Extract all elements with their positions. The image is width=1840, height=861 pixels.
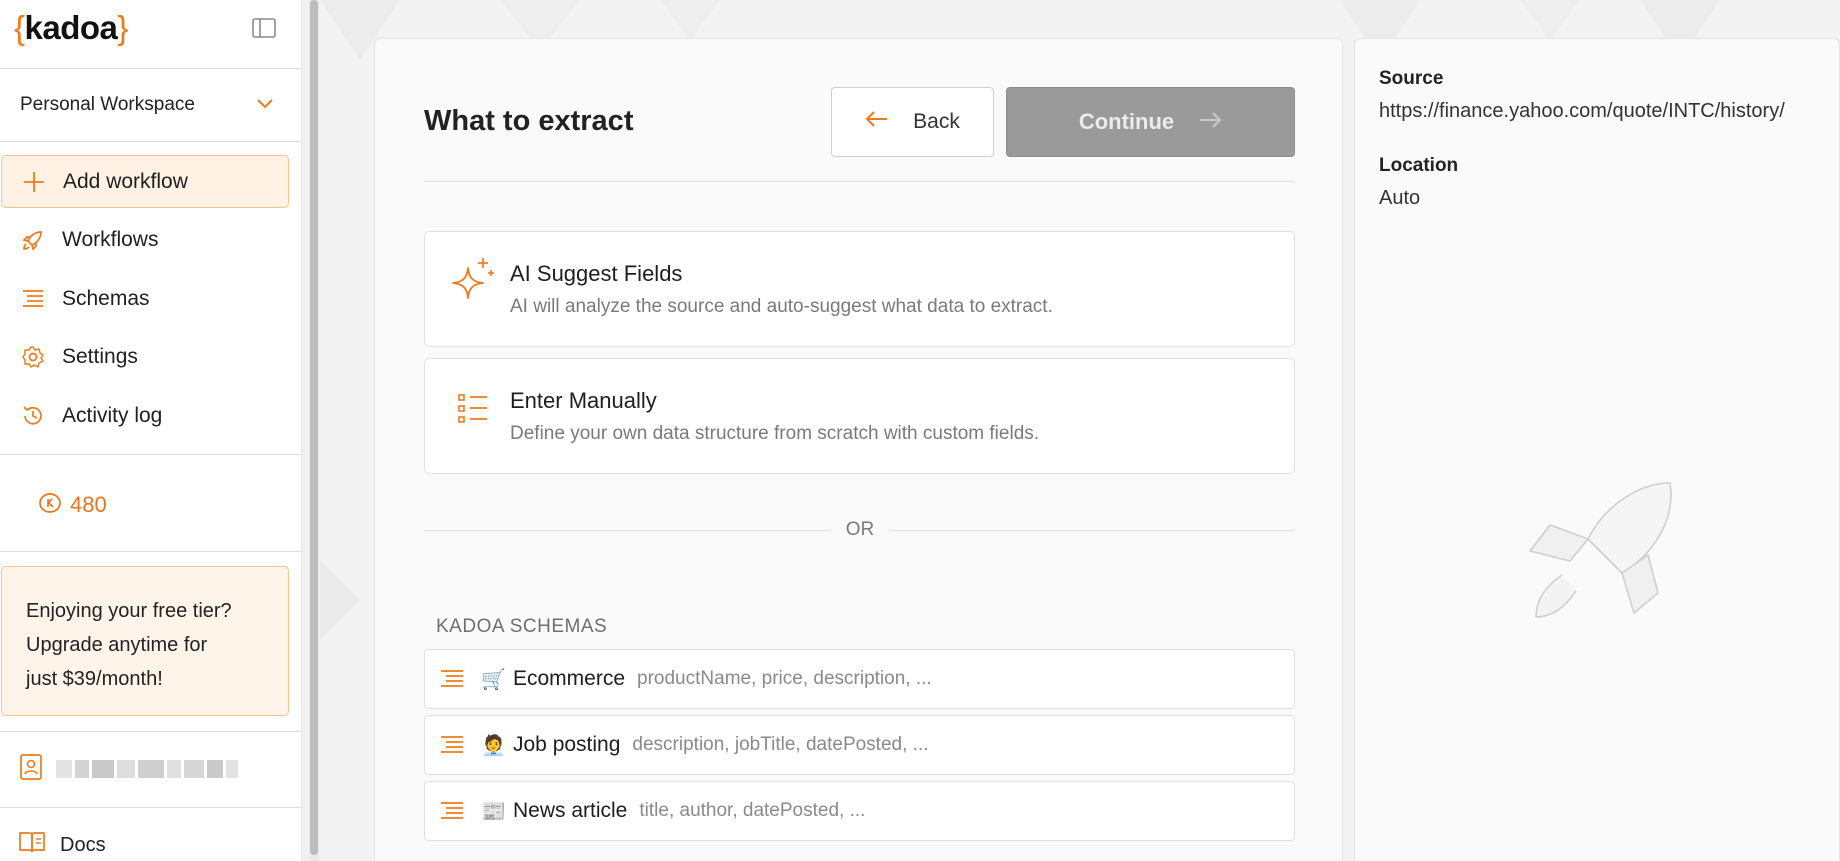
enter-manually-option[interactable]: Enter Manually Define your own data stru…	[424, 358, 1295, 474]
schema-name: News article	[513, 799, 628, 822]
sidebar-scrollbar[interactable]	[309, 0, 319, 861]
newspaper-icon: 📰	[481, 800, 506, 823]
nav-label: Workflows	[62, 227, 159, 251]
nav-label: Schemas	[62, 286, 150, 310]
nav-label: Add workflow	[63, 169, 188, 193]
divider	[424, 181, 1295, 182]
divider	[0, 454, 302, 455]
arrow-left-icon	[865, 110, 889, 134]
schema-name: Ecommerce	[513, 667, 626, 690]
schema-job-posting[interactable]: 🧑‍💼 Job posting description, jobTitle, d…	[424, 715, 1295, 775]
option-title: Enter Manually	[510, 388, 657, 413]
office-worker-icon: 🧑‍💼	[481, 734, 506, 757]
option-title: AI Suggest Fields	[510, 261, 683, 286]
kadoa-logo[interactable]: { kadoa }	[14, 6, 128, 50]
workspace-name: Personal Workspace	[20, 94, 195, 115]
divider	[0, 731, 302, 732]
nav-label: Settings	[62, 344, 138, 368]
continue-button[interactable]: Continue	[1006, 87, 1295, 157]
sparkles-icon	[449, 256, 495, 302]
schema-name: Job posting	[513, 733, 621, 756]
workspace-selector[interactable]: Personal Workspace	[20, 88, 274, 122]
nav-workflows[interactable]: Workflows	[1, 213, 289, 266]
nav-schemas[interactable]: Schemas	[1, 272, 289, 325]
logo-brace-open: {	[14, 9, 25, 46]
scrollbar-thumb[interactable]	[310, 0, 318, 855]
continue-label: Continue	[1078, 109, 1175, 134]
schema-news-article[interactable]: 📰 News article title, author, datePosted…	[424, 781, 1295, 841]
back-label: Back	[913, 110, 960, 133]
shopping-cart-icon: 🛒	[481, 668, 506, 691]
schemas-heading: KADOA SCHEMAS	[436, 616, 608, 637]
nav-add-workflow[interactable]: Add workflow	[1, 155, 289, 208]
schema-list-icon	[20, 286, 46, 312]
ai-suggest-fields-option[interactable]: AI Suggest Fields AI will analyze the so…	[424, 231, 1295, 347]
option-description: AI will analyze the source and auto-sugg…	[510, 296, 1053, 317]
divider	[0, 68, 302, 69]
sidebar: { kadoa } Personal Workspace Add workflo…	[0, 0, 302, 861]
account-menu[interactable]	[20, 752, 238, 786]
divider	[0, 551, 302, 552]
location-value: Auto	[1379, 187, 1421, 209]
docs-label: Docs	[60, 833, 106, 856]
history-icon	[20, 403, 46, 429]
extraction-card: What to extract Back Continue AI Suggest…	[374, 38, 1343, 861]
credits-count: 480	[70, 492, 107, 517]
schema-list-icon	[439, 732, 465, 758]
nav-settings[interactable]: Settings	[1, 330, 289, 383]
promo-line: Upgrade anytime for	[26, 634, 208, 656]
schema-fields: description, jobTitle, datePosted, ...	[632, 734, 929, 755]
schema-list-icon	[439, 798, 465, 824]
gear-icon	[20, 344, 46, 370]
workflow-details-panel: Source https://finance.yahoo.com/quote/I…	[1354, 38, 1840, 861]
rocket-illustration-icon	[1520, 479, 1680, 639]
divider	[0, 141, 302, 142]
back-button[interactable]: Back	[831, 87, 994, 157]
page-title: What to extract	[424, 105, 634, 137]
plus-icon	[21, 169, 47, 195]
logo-wordmark: kadoa	[24, 9, 118, 46]
credits-coin-icon	[38, 490, 62, 520]
schema-list-icon	[439, 666, 465, 692]
location-label: Location	[1379, 155, 1459, 176]
arrow-right-icon	[1198, 109, 1222, 135]
schema-fields: productName, price, description, ...	[637, 668, 932, 689]
user-contact-icon	[20, 753, 42, 785]
sidebar-toggle-icon[interactable]	[250, 16, 278, 40]
book-open-icon	[18, 830, 46, 860]
promo-line: Enjoying your free tier?	[26, 600, 232, 622]
checklist-icon	[449, 383, 495, 429]
option-description: Define your own data structure from scra…	[510, 423, 1040, 444]
rocket-icon	[20, 227, 46, 253]
or-divider-label: OR	[830, 519, 890, 541]
redacted-account-name	[56, 760, 238, 778]
schema-ecommerce[interactable]: 🛒 Ecommerce productName, price, descript…	[424, 649, 1295, 709]
divider	[0, 807, 302, 808]
schema-fields: title, author, datePosted, ...	[639, 800, 866, 821]
promo-line: just $39/month!	[26, 668, 163, 690]
upgrade-promo[interactable]: Enjoying your free tier? Upgrade anytime…	[1, 566, 289, 716]
docs-link[interactable]: Docs	[18, 828, 106, 861]
source-label: Source	[1379, 68, 1444, 89]
nav-label: Activity log	[62, 403, 163, 427]
credits-balance[interactable]: 480	[38, 488, 107, 522]
logo-brace-close: }	[117, 9, 128, 46]
source-url: https://finance.yahoo.com/quote/INTC/his…	[1379, 100, 1785, 122]
chevron-down-icon	[256, 94, 274, 116]
nav-activity-log[interactable]: Activity log	[1, 389, 289, 442]
